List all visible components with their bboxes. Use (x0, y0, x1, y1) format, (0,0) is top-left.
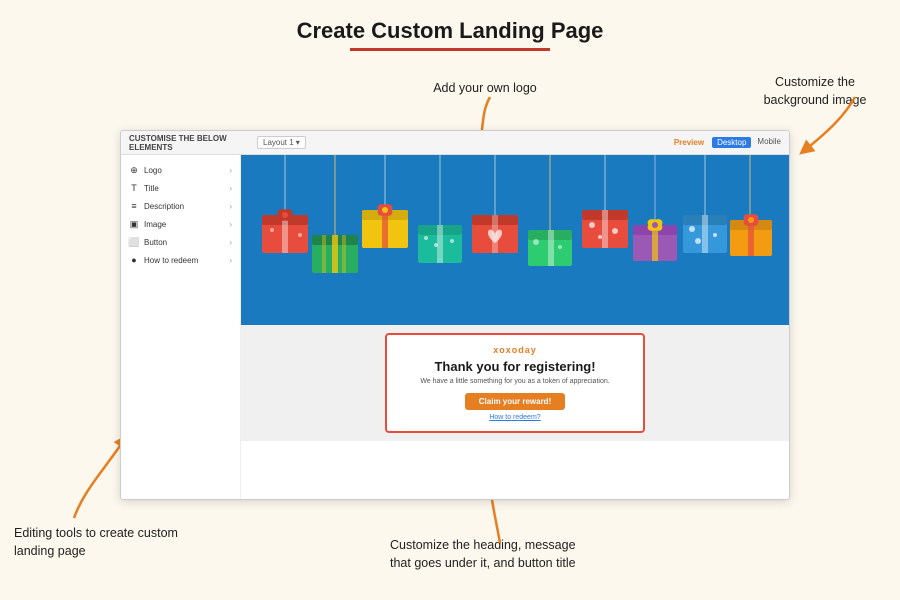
mobile-button[interactable]: Mobile (757, 137, 781, 148)
preview-button[interactable]: Preview (674, 138, 704, 147)
sidebar-item-logo[interactable]: ⊕ Logo › (121, 161, 240, 179)
sidebar-item-description[interactable]: ≡ Description › (121, 197, 240, 215)
description-chevron-icon: › (229, 202, 232, 211)
sidebar-logo-label: Logo (144, 166, 162, 175)
button-chevron-icon: › (229, 238, 232, 247)
title-underline (350, 48, 550, 51)
page-title: Create Custom Landing Page (0, 0, 900, 48)
logo-annotation: Add your own logo (420, 80, 550, 98)
sidebar-item-how-to-redeem[interactable]: ● How to redeem › (121, 251, 240, 269)
sidebar-item-title[interactable]: T Title › (121, 179, 240, 197)
redeem-icon: ● (129, 255, 139, 265)
sidebar-title-label: Title (144, 184, 159, 193)
card-area: xoxoday Thank you for registering! We ha… (241, 325, 789, 441)
layout-label: Layout 1 (263, 138, 294, 147)
desktop-button[interactable]: Desktop (712, 137, 751, 148)
gifts-svg (241, 155, 789, 325)
description-icon: ≡ (129, 201, 139, 211)
layout-chevron-icon: ▾ (296, 138, 300, 147)
bg-annotation: Customize the background image (750, 74, 880, 109)
mockup-topbar: CUSTOMISE THE BELOW ELEMENTS Layout 1 ▾ … (121, 131, 789, 155)
card-subtext: We have a little something for you as a … (407, 378, 623, 385)
mockup-sidebar: ⊕ Logo › T Title › ≡ Description › (121, 155, 241, 499)
card-heading: Thank you for registering! (407, 359, 623, 374)
sidebar-item-image[interactable]: ▣ Image › (121, 215, 240, 233)
title-icon: T (129, 183, 139, 193)
editing-arrow (14, 430, 134, 520)
editing-annotation: Editing tools to create custom landing p… (14, 525, 184, 560)
device-toggle: Desktop Mobile (712, 137, 781, 148)
how-to-redeem-link[interactable]: How to redeem? (407, 414, 623, 421)
logo-icon: ⊕ (129, 165, 139, 175)
brand-logo: xoxoday (407, 345, 623, 355)
sidebar-item-button[interactable]: ⬜ Button › (121, 233, 240, 251)
image-chevron-icon: › (229, 220, 232, 229)
sidebar-image-label: Image (144, 220, 166, 229)
reward-card: xoxoday Thank you for registering! We ha… (385, 333, 645, 433)
sidebar-button-label: Button (144, 238, 167, 247)
logo-chevron-icon: › (229, 166, 232, 175)
sidebar-redeem-label: How to redeem (144, 256, 198, 265)
redeem-chevron-icon: › (229, 256, 232, 265)
mockup-content: xoxoday Thank you for registering! We ha… (241, 155, 789, 499)
claim-reward-button[interactable]: Claim your reward! (465, 393, 565, 410)
sidebar-description-label: Description (144, 202, 184, 211)
topbar-left-label: CUSTOMISE THE BELOW ELEMENTS (129, 134, 249, 152)
title-chevron-icon: › (229, 184, 232, 193)
mockup-container: CUSTOMISE THE BELOW ELEMENTS Layout 1 ▾ … (120, 130, 790, 500)
image-icon: ▣ (129, 219, 139, 229)
mockup-body: ⊕ Logo › T Title › ≡ Description › (121, 155, 789, 499)
layout-selector[interactable]: Layout 1 ▾ (257, 136, 306, 149)
button-icon: ⬜ (129, 237, 139, 247)
heading-annotation: Customize the heading, message that goes… (390, 537, 580, 572)
gift-banner (241, 155, 789, 325)
